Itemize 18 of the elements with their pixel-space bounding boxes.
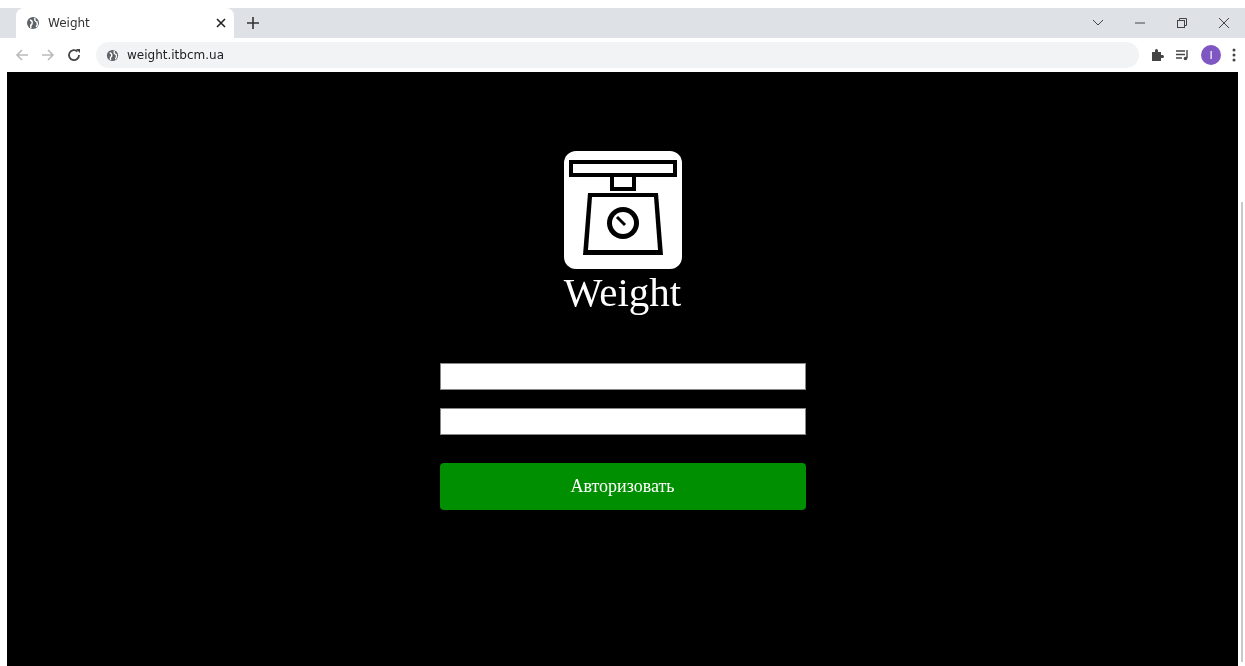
tab-title: Weight [48, 16, 91, 30]
globe-icon [26, 16, 40, 30]
login-button[interactable]: Авторизовать [439, 463, 806, 510]
scrollbar-thumb[interactable] [1240, 202, 1243, 662]
reload-icon[interactable] [66, 47, 82, 63]
close-tab-icon[interactable] [216, 18, 226, 28]
address-bar[interactable]: weight.itbcm.ua [96, 42, 1139, 68]
password-field[interactable] [439, 408, 806, 435]
url-text: weight.itbcm.ua [127, 48, 224, 62]
scale-icon [563, 151, 682, 269]
menu-icon[interactable] [1231, 47, 1237, 63]
browser-tab[interactable]: Weight [16, 8, 234, 38]
playlist-icon[interactable] [1175, 47, 1191, 63]
puzzle-icon[interactable] [1149, 47, 1165, 63]
login-field[interactable] [439, 363, 806, 390]
app-title: Weight [563, 269, 682, 315]
profile-avatar[interactable]: I [1201, 45, 1221, 65]
globe-icon [106, 48, 119, 62]
